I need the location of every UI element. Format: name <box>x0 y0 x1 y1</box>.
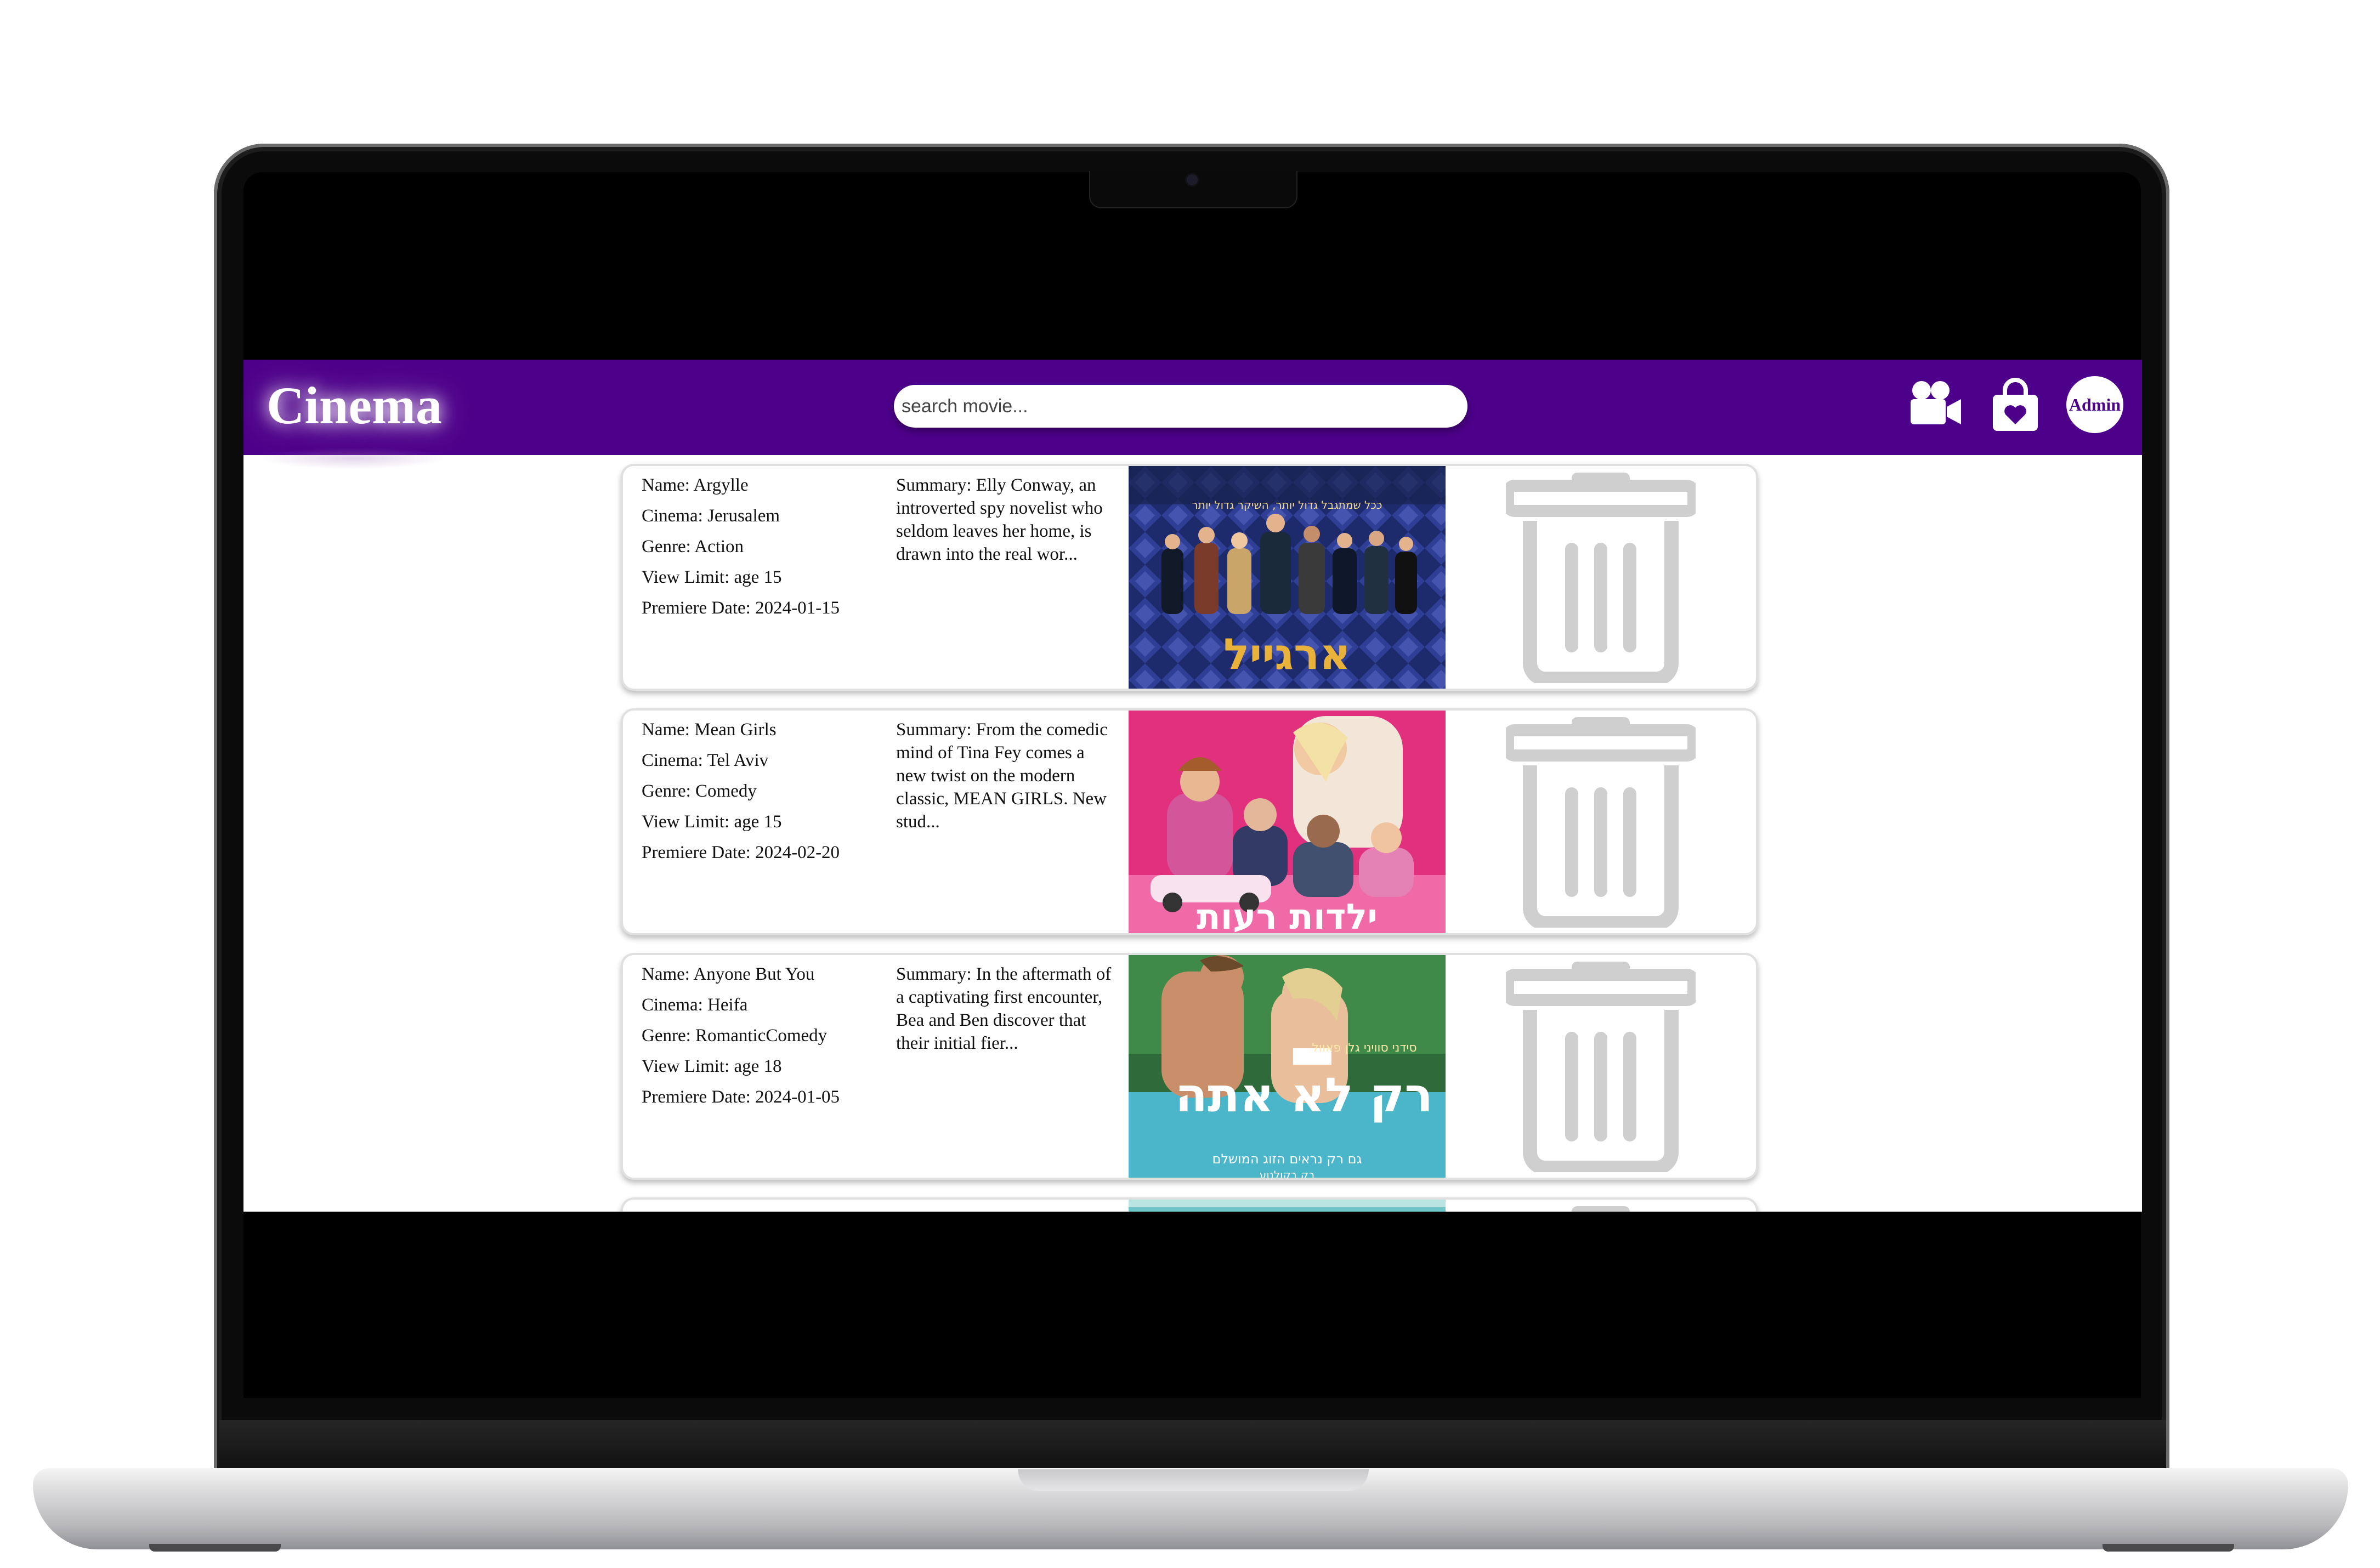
video-camera-icon[interactable] <box>1906 375 1967 435</box>
cinema-label: Cinema: <box>642 995 703 1015</box>
movie-view-limit-row: View Limit: age 15 <box>642 566 872 589</box>
navbar: Cinema Admin <box>243 360 2142 455</box>
movie-card: Name: Anyone But You Cinema: Heifa Genre… <box>621 953 1758 1180</box>
brand-glow <box>260 447 446 469</box>
movie-card: Name: Mean Girls Cinema: Tel Aviv Genre:… <box>621 708 1758 935</box>
movie-genre: Comedy <box>695 781 757 801</box>
cinema-label: Cinema: <box>642 751 703 770</box>
name-label: Name: <box>642 475 690 495</box>
movie-premiere-date: 2024-01-15 <box>755 598 840 618</box>
movie-info: Name: Argylle Cinema: Jerusalem Genre: A… <box>642 474 872 627</box>
trash-icon[interactable] <box>1506 711 1696 928</box>
movie-card: Name: Argylle Cinema: Jerusalem Genre: A… <box>621 464 1758 691</box>
trash-icon[interactable] <box>1506 466 1696 683</box>
movie-cinema: Tel Aviv <box>707 751 769 770</box>
movie-name: Anyone But You <box>693 964 815 984</box>
poster-title: ארגייל <box>1223 630 1351 679</box>
summary-label: Summary: <box>896 964 972 984</box>
movie-premiere-date: 2024-02-20 <box>755 843 840 862</box>
poster-tagline: ככל שמתגבל גדול יותר, השיקר גדול יותר <box>1192 498 1382 512</box>
movie-poster <box>1129 1200 1446 1212</box>
premiere-label: Premiere Date: <box>642 598 751 618</box>
movie-info: Name: Mean Girls Cinema: Tel Aviv Genre:… <box>642 718 872 872</box>
poster-credit: רק בקולנוע <box>1260 1168 1314 1180</box>
camera-icon <box>1187 174 1198 185</box>
movie-name: Mean Girls <box>694 720 777 740</box>
summary-label: Summary: <box>896 720 972 740</box>
movie-premiere-row: Premiere Date: 2024-02-20 <box>642 841 872 864</box>
movie-premiere-row: Premiere Date: 2024-01-05 <box>642 1086 872 1109</box>
laptop-opening-notch <box>1018 1469 1369 1491</box>
poster-title: ילדות רעות <box>1197 897 1378 935</box>
movie-cinema-row: Cinema: Tel Aviv <box>642 749 872 772</box>
movie-poster: ילדות רעות <box>1129 711 1446 935</box>
summary-label: Summary: <box>896 475 972 495</box>
shopping-bag-heart-icon[interactable] <box>1985 375 2045 435</box>
genre-label: Genre: <box>642 1026 691 1046</box>
movie-list: Name: Argylle Cinema: Jerusalem Genre: A… <box>621 464 1758 1212</box>
movie-premiere-date: 2024-01-05 <box>755 1087 840 1107</box>
search-input[interactable] <box>894 385 1467 428</box>
trash-icon[interactable] <box>1506 955 1696 1172</box>
view-limit-label: View Limit: <box>642 567 730 587</box>
movie-view-limit: age 15 <box>734 567 782 587</box>
movie-summary: Summary: From the comedic mind of Tina F… <box>896 718 1118 833</box>
movie-name-row: Name: Anyone But You <box>642 963 872 986</box>
trash-icon[interactable] <box>1506 1200 1696 1212</box>
movie-view-limit-row: View Limit: age 15 <box>642 810 872 833</box>
name-label: Name: <box>642 720 690 740</box>
movie-summary: Summary: Elly Conway, an introverted spy… <box>896 474 1118 566</box>
movie-genre: RomanticComedy <box>695 1026 828 1046</box>
movie-view-limit: age 15 <box>734 812 782 832</box>
laptop-foot-left <box>149 1544 281 1552</box>
movie-name: Argylle <box>693 475 749 495</box>
movie-view-limit: age 18 <box>734 1056 782 1076</box>
genre-label: Genre: <box>642 781 691 801</box>
cinema-label: Cinema: <box>642 506 703 526</box>
movie-premiere-row: Premiere Date: 2024-01-15 <box>642 596 872 620</box>
premiere-label: Premiere Date: <box>642 1087 751 1107</box>
movie-cinema-row: Cinema: Jerusalem <box>642 504 872 527</box>
movie-cinema: Heifa <box>707 995 748 1015</box>
movie-genre-row: Genre: Comedy <box>642 780 872 803</box>
movie-card-partial <box>621 1197 1758 1212</box>
laptop-foot-right <box>2103 1544 2234 1552</box>
movie-genre: Action <box>694 537 744 556</box>
movie-genre-row: Genre: RomanticComedy <box>642 1024 872 1047</box>
poster-title: רק לא אתה <box>1175 1068 1433 1123</box>
movie-genre-row: Genre: Action <box>642 535 872 558</box>
name-label: Name: <box>642 964 690 984</box>
movie-cinema-row: Cinema: Heifa <box>642 993 872 1016</box>
poster-tagline: גם רק נראים הזוג המושלם <box>1212 1151 1362 1167</box>
poster-names: סידני סוויני גלן פאוול <box>1312 1041 1416 1055</box>
movie-view-limit-row: View Limit: age 18 <box>642 1055 872 1078</box>
premiere-label: Premiere Date: <box>642 843 751 862</box>
movie-cinema: Jerusalem <box>707 506 780 526</box>
movie-poster: ארגייל ככל שמתגבל גדול יותר, השיקר גדול … <box>1129 466 1446 689</box>
app-viewport: Cinema Admin Name: Argylle Cinema: Jerus… <box>243 360 2142 1212</box>
admin-avatar[interactable]: Admin <box>2066 376 2123 433</box>
movie-info: Name: Anyone But You Cinema: Heifa Genre… <box>642 963 872 1116</box>
movie-name-row: Name: Mean Girls <box>642 718 872 741</box>
genre-label: Genre: <box>642 537 691 556</box>
view-limit-label: View Limit: <box>642 1056 730 1076</box>
movie-poster: סידני סוויני גלן פאוול רק לא אתה גם רק נ… <box>1129 955 1446 1180</box>
view-limit-label: View Limit: <box>642 812 730 832</box>
brand-logo[interactable]: Cinema <box>267 375 442 436</box>
movie-name-row: Name: Argylle <box>642 474 872 497</box>
movie-summary: Summary: In the aftermath of a captivati… <box>896 963 1118 1055</box>
laptop-hinge <box>219 1420 2166 1469</box>
